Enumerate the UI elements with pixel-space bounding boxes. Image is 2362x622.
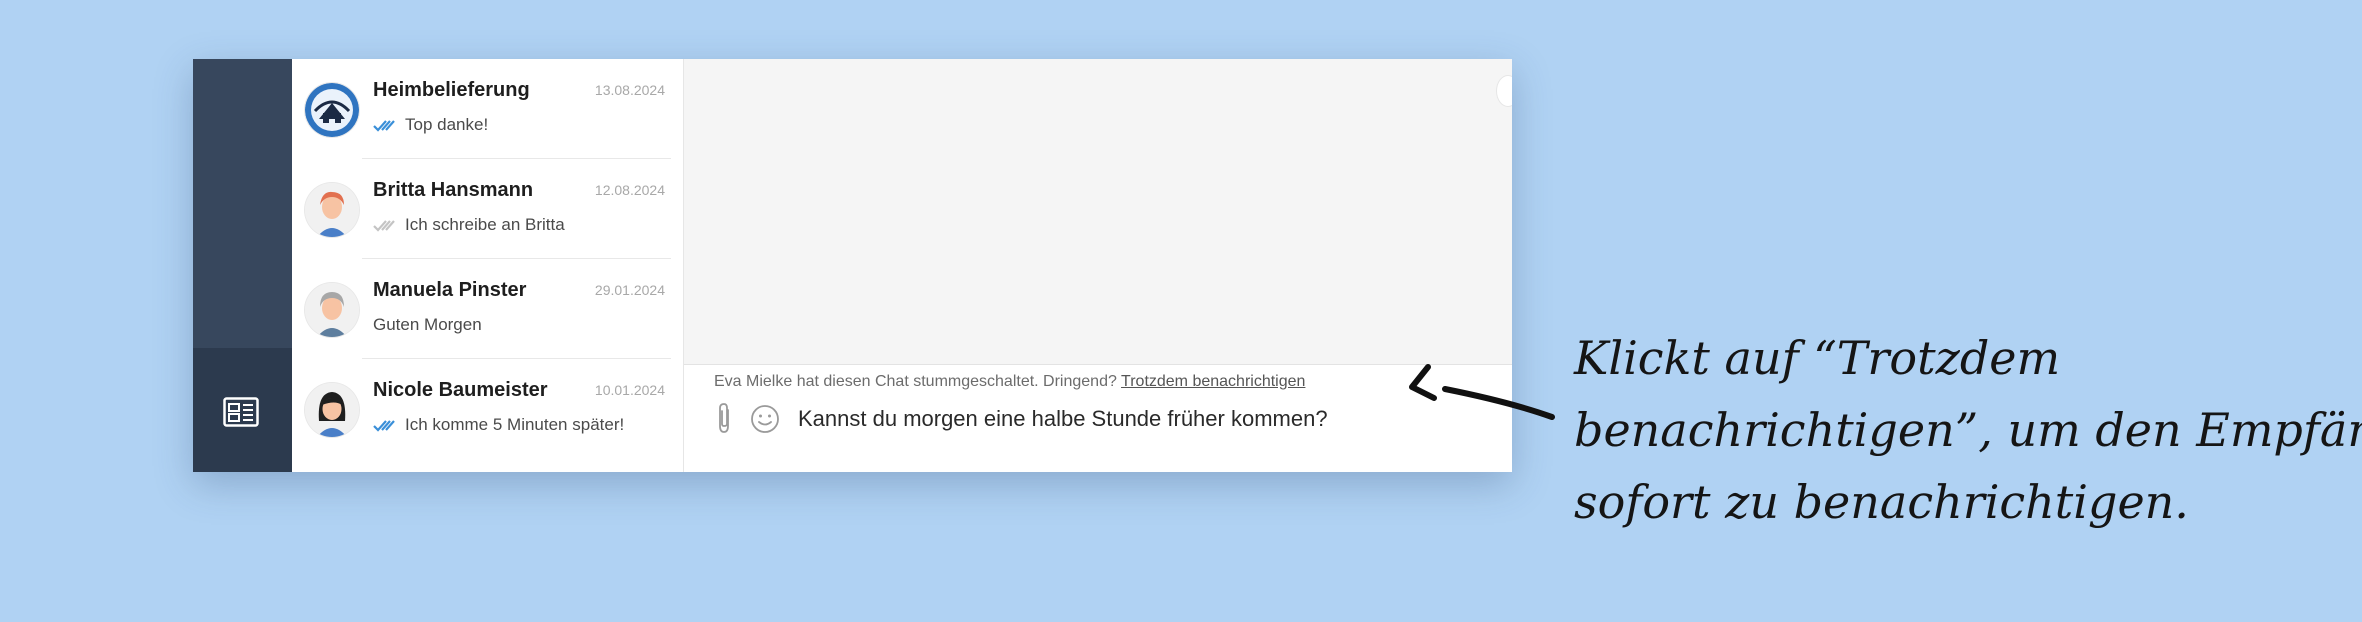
emoji-icon[interactable] (750, 404, 780, 434)
annotation-line: benachrichtigen”, um den Empfänger (1574, 403, 2362, 457)
double-check-icon (373, 419, 395, 432)
annotation-text: Klickt auf “Trotzdem benachrichtigen”, u… (1574, 322, 2362, 538)
chat-preview-text: Guten Morgen (373, 315, 482, 334)
chat-preview: Top danke! (373, 115, 488, 135)
chat-list-item[interactable]: Manuela Pinster 29.01.2024 Guten Morgen (292, 259, 683, 359)
chat-name: Nicole Baumeister (373, 379, 548, 401)
chat-list-item[interactable]: Heimbelieferung 13.08.2024 Top danke! (292, 59, 683, 159)
scroll-handle[interactable] (1496, 75, 1512, 107)
message-input[interactable] (798, 401, 1498, 437)
app-window: Heimbelieferung 13.08.2024 Top danke! Br… (193, 59, 1512, 472)
annotation-line: Klickt auf “Trotzdem (1574, 331, 2061, 385)
chat-list: Heimbelieferung 13.08.2024 Top danke! Br… (292, 59, 684, 472)
double-check-icon (373, 219, 395, 232)
chat-date: 29.01.2024 (594, 282, 665, 298)
annotation-line: sofort zu benachrichtigen. (1574, 475, 2189, 529)
chat-preview-text: Top danke! (405, 115, 489, 134)
chat-preview-text: Ich schreibe an Britta (405, 215, 565, 234)
chat-name: Britta Hansmann (373, 179, 534, 201)
mute-notice-text: Eva Mielke hat diesen Chat stummgeschalt… (714, 373, 1117, 390)
paperclip-icon[interactable] (714, 401, 734, 435)
woman-red-hair-avatar (305, 183, 359, 237)
chat-preview-text: Ich komme 5 Minuten später! (405, 415, 625, 434)
sidebar-rail (193, 59, 292, 472)
delivery-logo-avatar (305, 83, 359, 137)
mute-notice: Eva Mielke hat diesen Chat stummgeschalt… (714, 373, 1305, 391)
news-icon[interactable] (223, 397, 259, 427)
double-check-icon (373, 119, 395, 132)
chat-date: 12.08.2024 (594, 182, 665, 198)
chat-name: Heimbelieferung (373, 79, 530, 101)
chat-name: Manuela Pinster (373, 279, 527, 301)
woman-grey-hair-avatar (305, 283, 359, 337)
chat-date: 10.01.2024 (594, 382, 665, 398)
arrow-icon (1409, 364, 1555, 420)
chat-date: 13.08.2024 (594, 82, 665, 98)
chat-list-item[interactable]: Britta Hansmann 12.08.2024 Ich schreibe … (292, 159, 683, 259)
chat-preview: Ich komme 5 Minuten später! (373, 415, 624, 435)
chat-preview: Ich schreibe an Britta (373, 215, 565, 235)
message-composer: Eva Mielke hat diesen Chat stummgeschalt… (684, 364, 1512, 472)
woman-dark-hair-avatar (305, 383, 359, 437)
notify-anyway-link[interactable]: Trotzdem benachrichtigen (1121, 373, 1305, 390)
chat-preview: Guten Morgen (373, 315, 482, 335)
chat-list-item[interactable]: Nicole Baumeister 10.01.2024 Ich komme 5… (292, 359, 683, 459)
